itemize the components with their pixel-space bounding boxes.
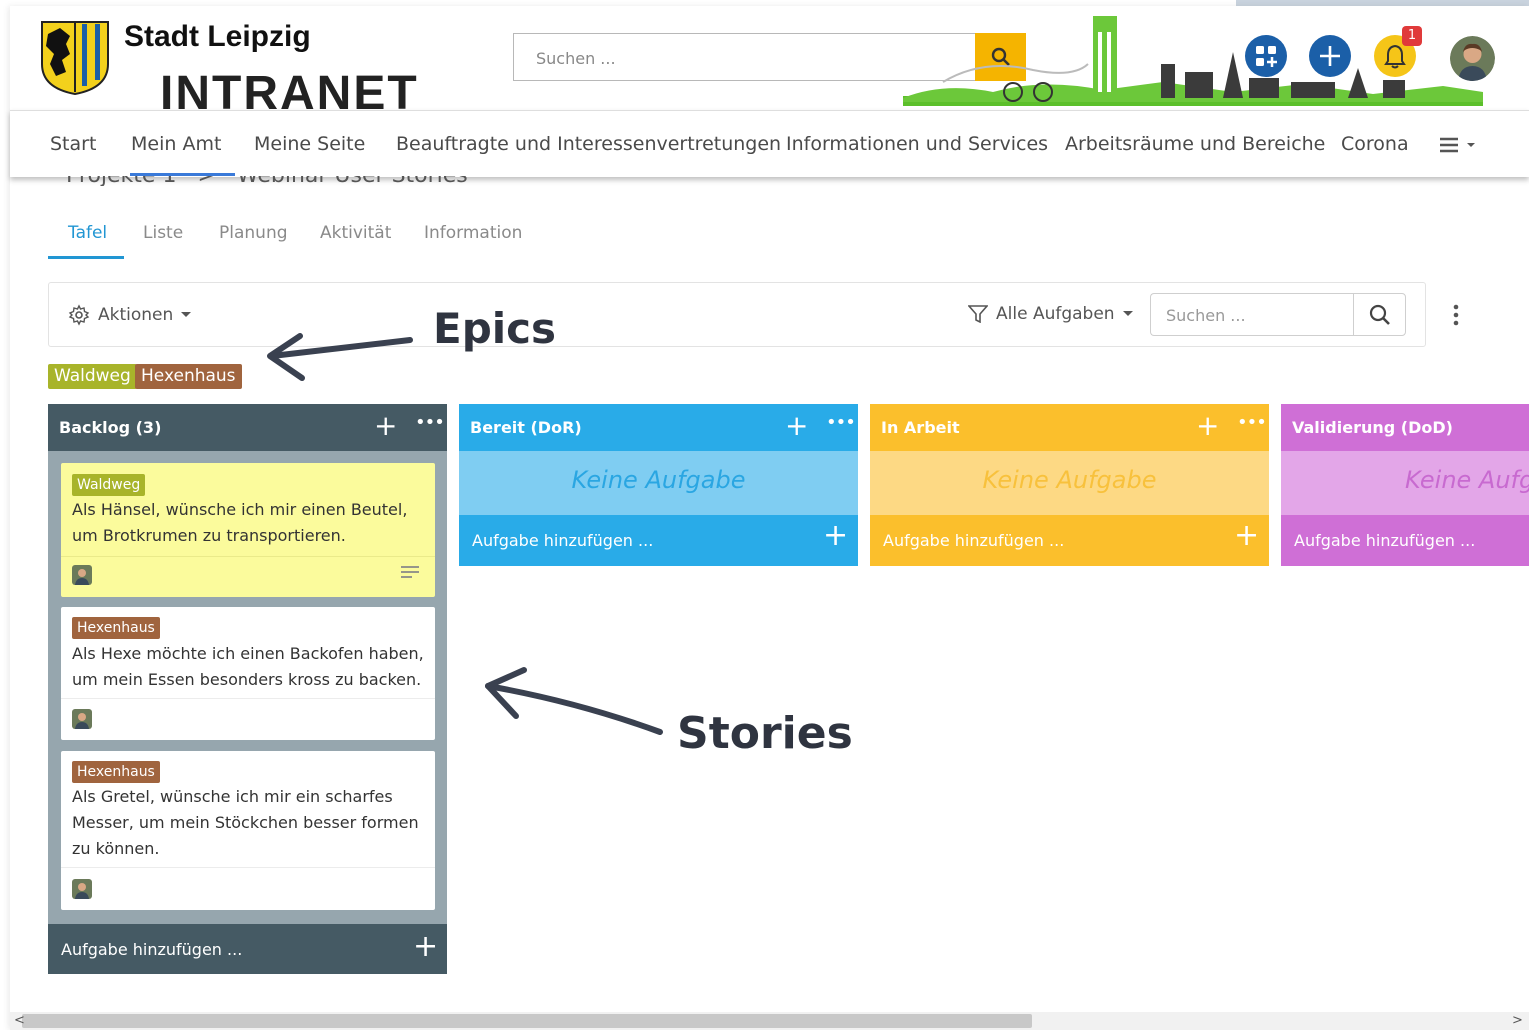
plus-icon: + [823,518,849,553]
plus-icon: + [413,929,439,964]
column-title: Bereit (DoR) [470,418,582,437]
filter-label: Alle Aufgaben [996,304,1115,324]
empty-column-placeholder: Keine Aufga [1281,451,1529,515]
card-text: Als Hexe möchte ich einen Backofen haben… [72,644,424,689]
nav-item-informationen[interactable]: Informationen und Services [786,133,1048,155]
hamburger-menu-icon [1440,137,1475,153]
tab-liste[interactable]: Liste [143,223,183,243]
add-task-validierung[interactable]: Aufgabe hinzufügen ... [1281,515,1529,566]
column-title: Validierung (DoD) [1292,418,1453,437]
caret-down-icon [1122,311,1133,316]
card-epic-tag: Waldweg [72,474,146,496]
column-header-backlog: Backlog (3) + ••• [48,404,447,451]
breadcrumb-page: Webinar User Stories [237,176,468,186]
breadcrumb-separator: > [197,176,215,186]
search-icon [1369,304,1390,325]
scroll-left-arrow[interactable]: < [14,1013,25,1028]
more-dots-icon[interactable]: ••• [826,412,856,433]
stories-annotation-label: Stories [677,708,853,759]
plus-icon[interactable]: + [374,412,397,440]
actions-dropdown[interactable]: Aktionen [68,304,192,326]
filter-dropdown[interactable]: Alle Aufgaben [968,304,1133,324]
add-task-bereit[interactable]: Aufgabe hinzufügen ... + [459,515,858,566]
description-icon [401,566,419,578]
nav-item-meine-seite[interactable]: Meine Seite [254,133,365,155]
story-card[interactable]: Hexenhaus Als Gretel, wünsche ich mir ei… [61,751,435,910]
epics-annotation-label: Epics [433,304,557,353]
story-card[interactable]: Waldweg Als Hänsel, wünsche ich mir eine… [61,463,435,597]
add-task-label: Aufgabe hinzufügen ... [883,531,1065,550]
tab-planung[interactable]: Planung [219,223,288,243]
card-epic-tag: Hexenhaus [72,761,160,783]
card-footer [61,698,435,699]
tab-aktivitaet[interactable]: Aktivität [320,223,391,243]
leipzig-coat-of-arms-logo[interactable] [40,20,110,96]
brand-subtitle: INTRANET [160,67,419,112]
more-dots-icon[interactable]: ••• [415,412,445,433]
column-title: In Arbeit [881,418,960,437]
notification-count-badge: 1 [1402,26,1422,46]
caret-down-icon [181,312,192,317]
empty-label: Keine Aufgabe [571,466,746,494]
gear-icon [68,304,90,326]
breadcrumb: Projekte 1 > Webinar User Stories [66,176,468,186]
scroll-right-arrow[interactable]: > [1512,1013,1523,1028]
column-header-validierung: Validierung (DoD) [1281,404,1529,451]
card-text: Als Hänsel, wünsche ich mir einen Beutel… [72,500,408,545]
card-footer [61,556,435,557]
empty-column-placeholder: Keine Aufgabe [459,451,858,515]
plus-icon[interactable]: + [785,412,808,440]
epic-tag-hexenhaus[interactable]: Hexenhaus [135,364,242,389]
card-footer [61,867,435,868]
epic-tag-waldweg[interactable]: Waldweg [48,364,137,389]
filter-icon [968,305,988,323]
add-task-label: Aufgabe hinzufügen ... [472,531,654,550]
card-text: Als Gretel, wünsche ich mir ein scharfes… [72,787,419,858]
add-task-label: Aufgabe hinzufügen ... [1294,531,1476,550]
plus-icon [1320,46,1340,66]
nav-item-mein-amt[interactable]: Mein Amt [131,133,221,155]
add-task-label: Aufgabe hinzufügen ... [61,940,243,959]
tab-information[interactable]: Information [424,223,522,243]
scrollbar-thumb[interactable] [22,1014,1032,1028]
more-menu-button[interactable] [1440,137,1480,157]
epics-annotation-arrow [267,333,413,381]
nav-item-start[interactable]: Start [50,133,96,155]
tab-active-indicator [48,256,124,259]
column-header-in-arbeit: In Arbeit + ••• [870,404,1269,451]
nav-item-corona[interactable]: Corona [1341,133,1409,155]
plus-icon: + [1234,518,1260,553]
stories-annotation-arrow [485,667,663,735]
bell-icon [1384,44,1406,69]
nav-item-arbeitsraeume[interactable]: Arbeitsräume und Bereiche [1065,133,1325,155]
column-title: Backlog (3) [59,418,162,437]
more-dots-icon[interactable]: ••• [1237,412,1267,433]
assignee-avatar[interactable] [72,565,92,585]
apps-grid-icon [1256,46,1277,67]
breadcrumb-project[interactable]: Projekte 1 [66,176,176,186]
main-navigation: Start Mein Amt Meine Seite Beauftragte u… [10,110,1529,177]
board-search-button[interactable] [1353,293,1406,336]
nav-item-beauftragte[interactable]: Beauftragte und Interessenvertretungen [396,133,781,155]
story-card[interactable]: Hexenhaus Als Hexe möchte ich einen Back… [61,607,435,740]
actions-label: Aktionen [98,305,174,325]
empty-label: Keine Aufgabe [982,466,1157,494]
user-avatar[interactable] [1450,36,1495,81]
empty-column-placeholder: Keine Aufgabe [870,451,1269,515]
tab-tafel[interactable]: Tafel [68,223,107,243]
empty-label: Keine Aufga [1405,466,1529,494]
assignee-avatar[interactable] [72,709,92,729]
plus-icon[interactable]: + [1196,412,1219,440]
column-header-bereit: Bereit (DoR) + ••• [459,404,858,451]
apps-button[interactable] [1245,35,1287,77]
brand-title: Stadt Leipzig [124,20,311,53]
assignee-avatar[interactable] [72,879,92,899]
more-options-icon[interactable] [1452,304,1460,326]
add-task-in-arbeit[interactable]: Aufgabe hinzufügen ... + [870,515,1269,566]
add-task-backlog[interactable]: Aufgabe hinzufügen ... + [48,924,447,974]
create-button[interactable] [1309,35,1351,77]
board-search-input[interactable]: Suchen ... [1150,293,1354,336]
card-epic-tag: Hexenhaus [72,617,160,639]
